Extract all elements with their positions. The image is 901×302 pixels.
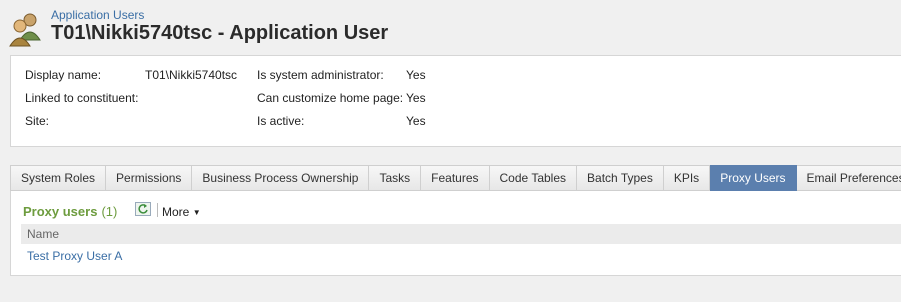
active-label: Is active: [257, 114, 305, 128]
tab-features[interactable]: Features [421, 165, 490, 191]
tab-bar: System Roles Permissions Business Proces… [10, 165, 901, 191]
tab-batch-types[interactable]: Batch Types [577, 165, 664, 191]
tab-permissions[interactable]: Permissions [106, 165, 193, 191]
tab-code-tables[interactable]: Code Tables [489, 165, 578, 191]
customize-value: Yes [406, 91, 426, 105]
section-count: (1) [101, 204, 118, 219]
active-value: Yes [406, 114, 426, 128]
proxy-user-link[interactable]: Test Proxy User A [27, 249, 122, 263]
customize-label: Can customize home page: [257, 91, 404, 105]
breadcrumb[interactable]: Application Users [51, 8, 144, 22]
display-name-label: Display name: [25, 68, 102, 82]
display-name-value: T01\Nikki5740tsc [145, 68, 238, 82]
section-title-text: Proxy users [23, 204, 98, 219]
tab-business-process-ownership[interactable]: Business Process Ownership [192, 165, 370, 191]
page-title: T01\Nikki5740tsc - Application User [51, 22, 389, 44]
grid-header-name[interactable]: Name [21, 224, 901, 244]
sysadmin-value: Yes [406, 68, 426, 82]
site-label: Site: [25, 114, 50, 128]
sysadmin-label: Is system administrator: [257, 68, 384, 82]
tab-kpis[interactable]: KPIs [663, 165, 711, 191]
linked-constituent-label: Linked to constituent: [25, 91, 139, 105]
refresh-icon[interactable] [135, 202, 151, 216]
more-menu-button[interactable]: More ▼ [162, 205, 201, 219]
users-icon [8, 10, 42, 48]
tab-tasks[interactable]: Tasks [369, 165, 422, 191]
more-label: More [162, 205, 190, 219]
tab-email-preferences[interactable]: Email Preferences [796, 165, 901, 191]
toolbar-separator [157, 203, 158, 217]
proxy-users-panel: Proxy users (1) More ▼ Name Test Proxy Us… [10, 191, 901, 276]
tab-proxy-users[interactable]: Proxy Users [710, 165, 797, 191]
summary-panel: Display name: T01\Nikki5740tsc Linked to… [10, 55, 901, 147]
tab-system-roles[interactable]: System Roles [10, 165, 107, 191]
section-title: Proxy users (1) [23, 204, 117, 219]
caret-down-icon: ▼ [192, 208, 201, 217]
